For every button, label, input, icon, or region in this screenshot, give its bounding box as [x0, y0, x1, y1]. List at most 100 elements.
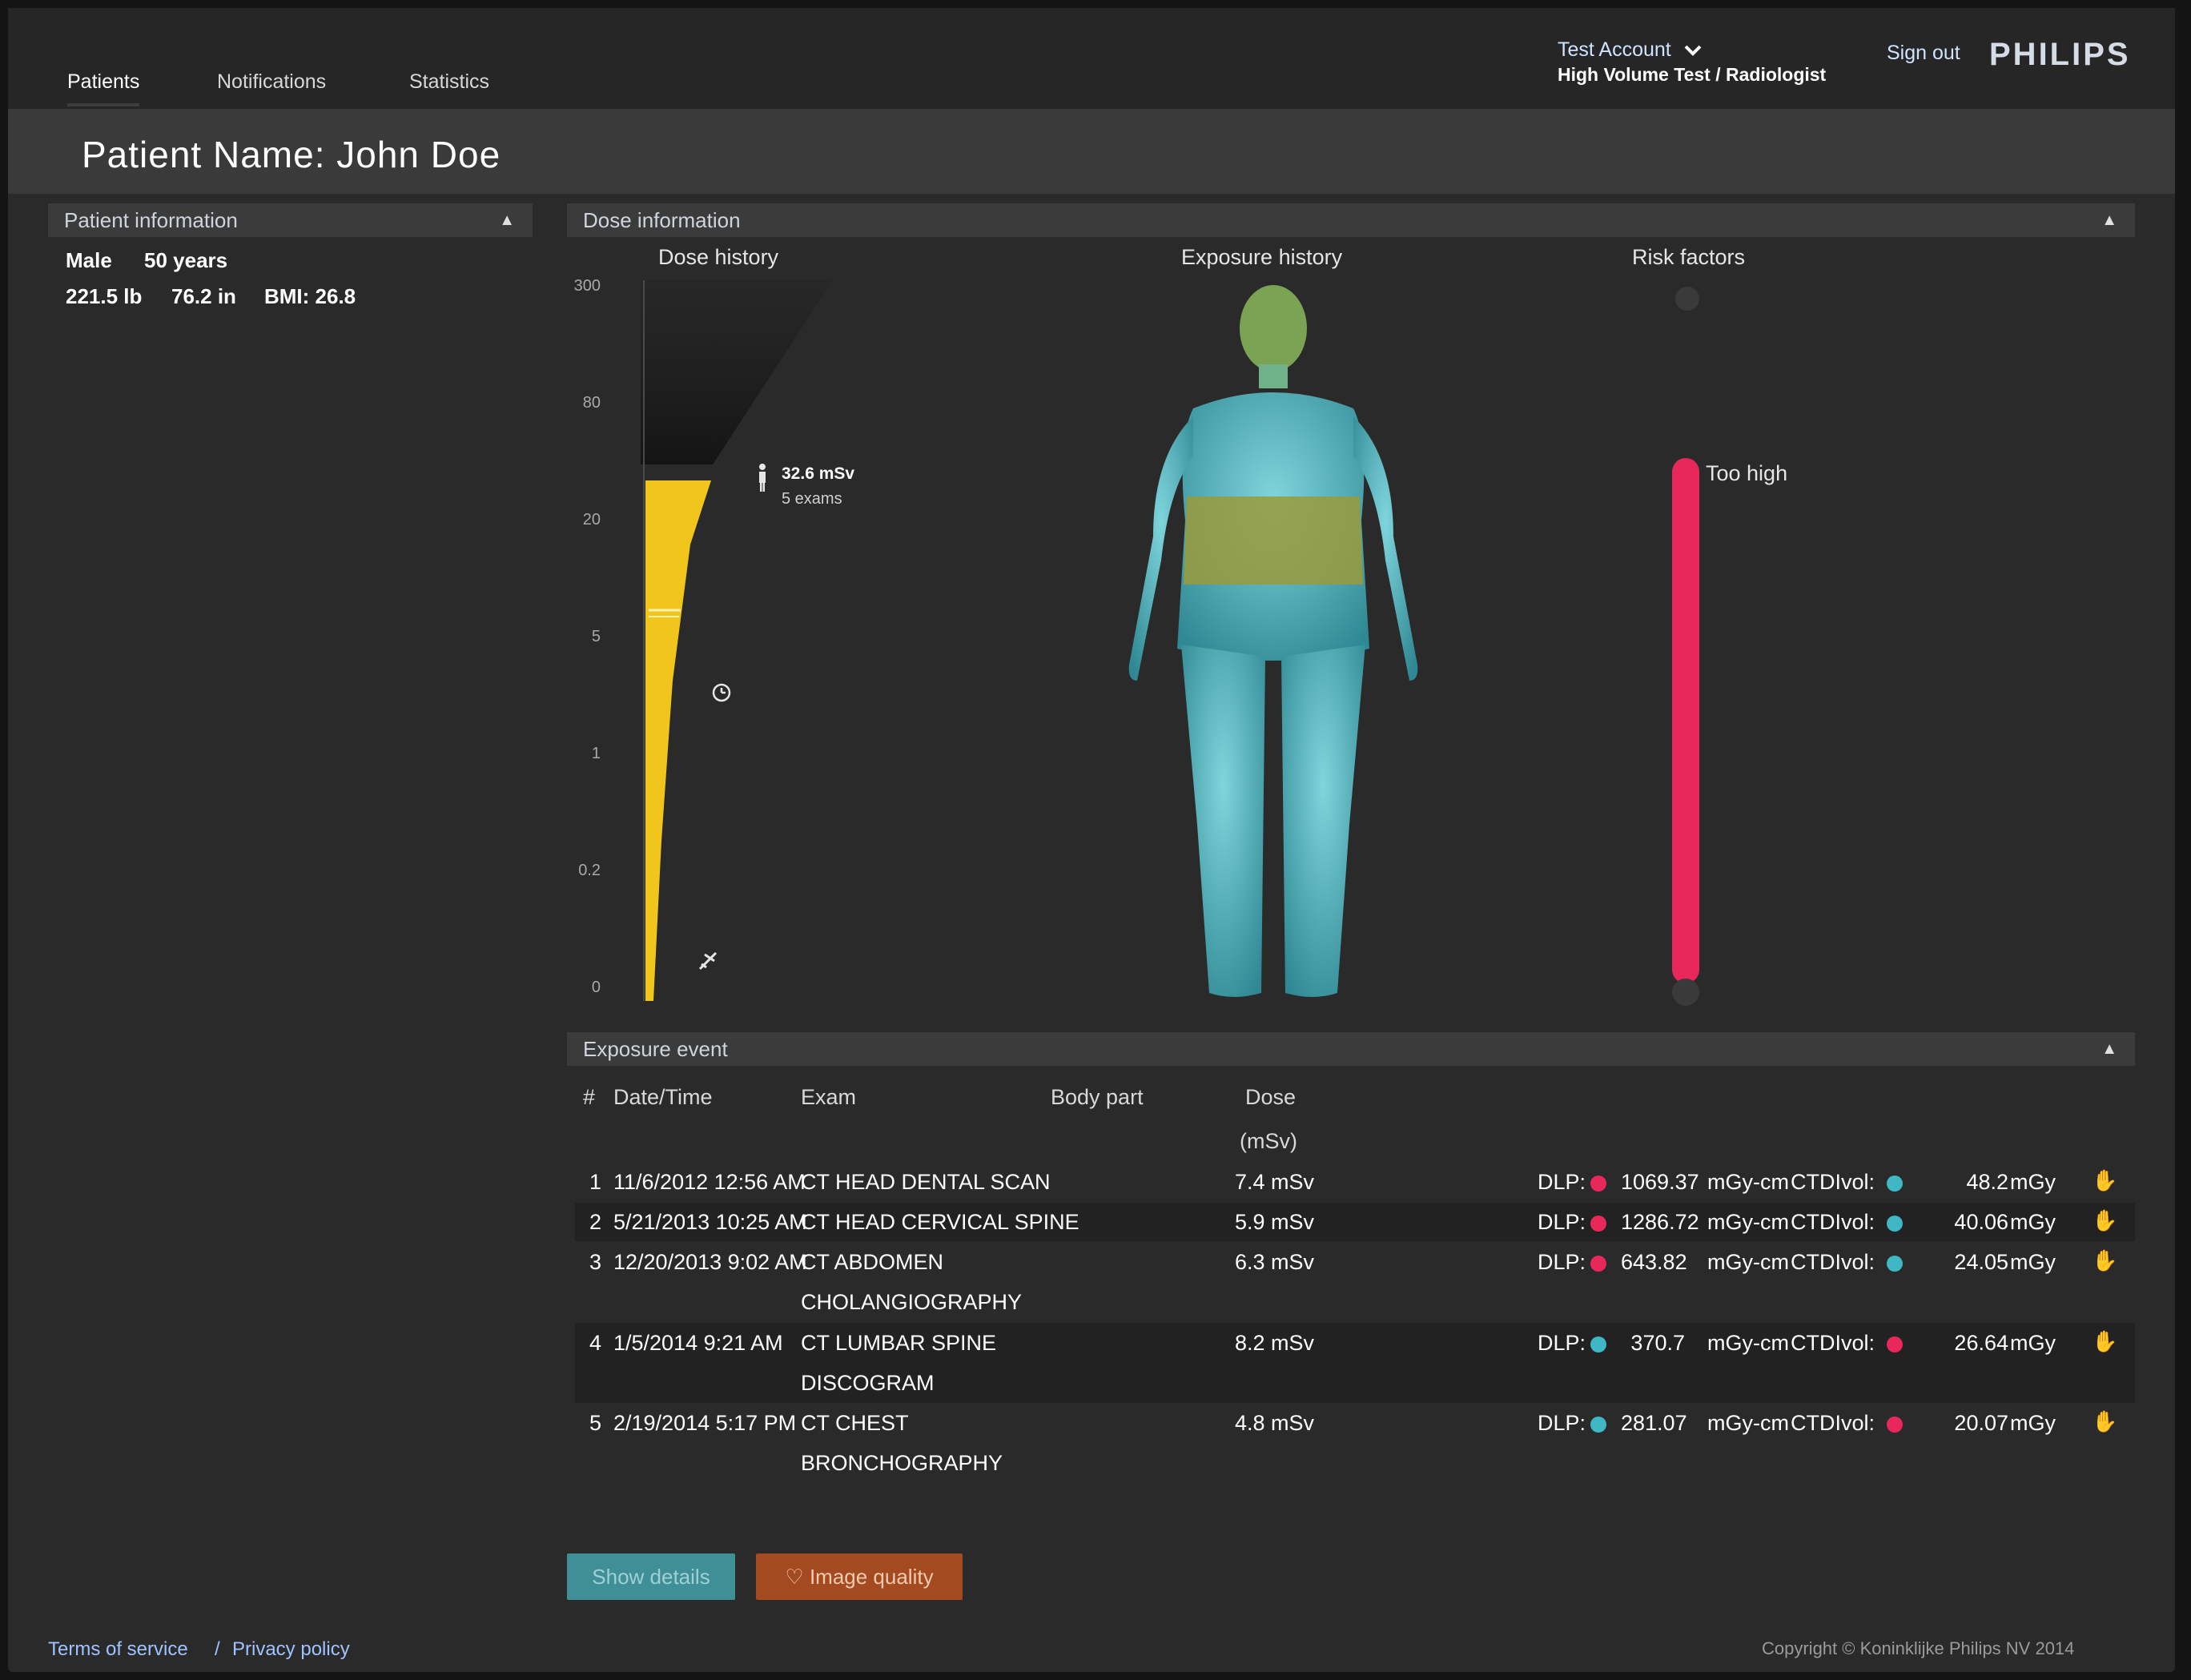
row-ctdi-value: 20.07 [1954, 1411, 2008, 1435]
thumbs-down-icon[interactable]: ✋ [2092, 1329, 2117, 1354]
row-number: 2 [589, 1210, 602, 1234]
column-header-body-part: Body part [1051, 1085, 1144, 1109]
dose-capacity-area [641, 280, 833, 464]
row-ctdi-label: CTDIvol: [1791, 1411, 1875, 1435]
collapse-up-icon[interactable]: ▲ [2101, 203, 2117, 237]
ctdi-status-dot [1887, 1256, 1903, 1272]
row-dlp-label: DLP: [1538, 1170, 1586, 1194]
dose-info-title: Dose information [583, 208, 741, 232]
footer-separator: / [215, 1638, 220, 1660]
account-menu[interactable]: Test Account [1558, 38, 1703, 62]
row-datetime: 1/5/2014 9:21 AM [613, 1331, 783, 1355]
image-quality-label: Image quality [809, 1565, 934, 1589]
copyright: Copyright © Koninklijke Philips NV 2014 [1762, 1638, 2075, 1658]
row-ctdi-value: 24.05 [1954, 1250, 2008, 1274]
row-dlp-unit: mGy-cm [1707, 1250, 1789, 1274]
column-header-dose: Dose [1245, 1085, 1297, 1109]
row-exam: CT HEAD CERVICAL SPINE [801, 1210, 1079, 1234]
patient-info-header[interactable]: Patient information ▲ [48, 203, 533, 237]
ctdi-status-dot [1887, 1216, 1903, 1232]
terms-of-service-link[interactable]: Terms of service [48, 1638, 188, 1661]
row-datetime: 2/19/2014 5:17 PM [613, 1411, 797, 1435]
risk-low-endcap [1675, 287, 1699, 311]
dose-info-header[interactable]: Dose information ▲ [567, 203, 2135, 237]
row-dlp-value: 370.7 [1630, 1331, 1685, 1355]
patient-bmi: BMI: 26.8 [264, 284, 356, 308]
sign-out-link[interactable]: Sign out [1887, 42, 1960, 65]
thumbs-down-icon[interactable]: ✋ [2092, 1208, 2117, 1233]
person-icon [754, 463, 770, 497]
tab-patients[interactable]: Patients [67, 70, 140, 107]
ctdi-status-dot [1887, 1417, 1903, 1433]
column-header-exam: Exam [801, 1085, 857, 1109]
row-dlp-label: DLP: [1538, 1250, 1586, 1274]
row-exam: CT LUMBAR SPINE [801, 1331, 997, 1355]
y-tick: 0 [591, 979, 601, 996]
y-tick: 300 [573, 277, 601, 295]
privacy-policy-link[interactable]: Privacy policy [232, 1638, 350, 1661]
dlp-status-dot [1590, 1176, 1606, 1192]
y-tick: 20 [582, 511, 601, 529]
title-bar: Patient Name: John Doe [8, 109, 2175, 194]
row-ctdi-value: 26.64 [1954, 1331, 2008, 1355]
row-number: 1 [589, 1170, 602, 1194]
thumbs-down-icon[interactable]: ✋ [2092, 1248, 2117, 1273]
exposure-event-header[interactable]: Exposure event ▲ [567, 1032, 2135, 1066]
row-dlp-unit: mGy-cm [1707, 1210, 1789, 1234]
ctdi-status-dot [1887, 1336, 1903, 1352]
row-ctdi-unit: mGy [2010, 1331, 2056, 1355]
row-dose: 8.2 mSv [1235, 1331, 1315, 1355]
row-ctdi-unit: mGy [2010, 1210, 2056, 1234]
app-window: Patients Notifications Statistics Test A… [8, 8, 2175, 1672]
moon-icon[interactable] [698, 983, 719, 1008]
row-datetime: 5/21/2013 10:25 AM [613, 1210, 807, 1234]
patient-info-title: Patient information [64, 208, 238, 232]
plane-icon[interactable] [697, 950, 719, 976]
row-ctdi-label: CTDIvol: [1791, 1170, 1875, 1194]
thumbs-down-icon[interactable]: ✋ [2092, 1409, 2117, 1434]
y-tick: 0.2 [578, 862, 601, 879]
column-header-dose-unit: (mSv) [1240, 1129, 1297, 1153]
ctdi-status-dot [1887, 1176, 1903, 1192]
thumbs-up-icon: ♡ [785, 1565, 804, 1589]
row-number: 5 [589, 1411, 602, 1435]
exposure-history-label: Exposure history [1181, 245, 1343, 269]
clock-icon[interactable] [711, 682, 732, 707]
row-ctdi-label: CTDIvol: [1791, 1250, 1875, 1274]
y-tick: 1 [591, 745, 601, 762]
row-dose: 5.9 mSv [1235, 1210, 1315, 1234]
dlp-status-dot [1590, 1216, 1606, 1232]
risk-bar-endcap [1672, 979, 1699, 1006]
show-details-button[interactable]: Show details [567, 1553, 735, 1600]
row-exam-continued: DISCOGRAM [801, 1371, 935, 1395]
thumbs-down-icon[interactable]: ✋ [2092, 1168, 2117, 1193]
row-exam: CT ABDOMEN [801, 1250, 944, 1274]
tab-notifications[interactable]: Notifications [217, 70, 326, 94]
dlp-status-dot [1590, 1256, 1606, 1272]
image-quality-button[interactable]: ♡ Image quality [756, 1553, 963, 1600]
row-exam: CT CHEST [801, 1411, 909, 1435]
row-number: 3 [589, 1250, 602, 1274]
row-dlp-label: DLP: [1538, 1331, 1586, 1355]
patient-weight: 221.5 lb [66, 284, 143, 308]
patient-height: 76.2 in [171, 284, 236, 308]
row-exam-continued: BRONCHOGRAPHY [801, 1451, 1003, 1475]
row-number: 4 [589, 1331, 602, 1355]
row-dose: 7.4 mSv [1235, 1170, 1315, 1194]
row-dlp-unit: mGy-cm [1707, 1411, 1789, 1435]
collapse-up-icon[interactable]: ▲ [2101, 1032, 2117, 1066]
exposed-region [1184, 496, 1363, 585]
row-ctdi-value: 48.2 [1966, 1170, 2008, 1194]
cumulative-dose-value: 32.6 mSv [782, 464, 855, 483]
dose-history-chart [641, 280, 833, 1001]
collapse-up-icon[interactable]: ▲ [499, 203, 515, 237]
row-dlp-label: DLP: [1538, 1411, 1586, 1435]
row-dlp-value: 1069.37 [1621, 1170, 1699, 1194]
y-tick: 5 [591, 628, 601, 645]
tab-statistics[interactable]: Statistics [409, 70, 489, 94]
row-exam-continued: CHOLANGIOGRAPHY [801, 1290, 1023, 1314]
row-dlp-value: 281.07 [1621, 1411, 1687, 1435]
row-dose: 6.3 mSv [1235, 1250, 1315, 1274]
row-dlp-unit: mGy-cm [1707, 1331, 1789, 1355]
cumulative-dose-area [645, 480, 711, 1001]
